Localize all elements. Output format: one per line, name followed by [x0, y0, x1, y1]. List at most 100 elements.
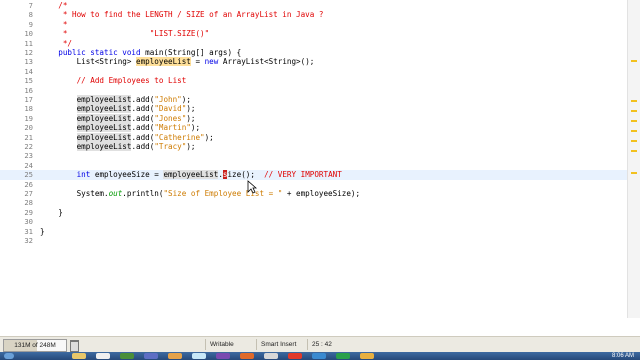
code-line[interactable]: 10 * "LIST.SIZE()" — [0, 29, 628, 38]
code-line[interactable]: 26 — [0, 180, 628, 189]
code-text: employeeList.add("Martin"); — [40, 123, 200, 133]
code-token: * How to find the LENGTH / SIZE of an Ar… — [40, 10, 324, 20]
code-line[interactable]: 19 employeeList.add("Jones"); — [0, 113, 628, 123]
code-text: employeeList.add("Tracy"); — [40, 142, 195, 151]
code-token: employeeList — [76, 95, 132, 104]
taskbar-app-icon[interactable] — [312, 353, 326, 359]
heap-status-text: 131M of 248M — [14, 342, 56, 349]
taskbar-clock[interactable]: 8:06 AM — [612, 352, 634, 360]
code-line[interactable]: 8 * How to find the LENGTH / SIZE of an … — [0, 10, 628, 19]
line-number: 28 — [24, 198, 33, 208]
line-number: 13 — [24, 57, 33, 67]
line-number: 20 — [24, 123, 33, 133]
line-number: 19 — [24, 113, 33, 123]
code-token: "Size of Employee List = " — [163, 189, 283, 198]
line-number: 9 — [28, 19, 33, 29]
code-token: List<String> — [40, 57, 137, 67]
taskbar-app-icon[interactable] — [360, 353, 374, 359]
code-token: * "LIST.SIZE()" — [40, 29, 210, 39]
code-line[interactable]: 30 — [0, 217, 628, 226]
line-number: 8 — [28, 10, 33, 20]
line-number: 22 — [24, 142, 33, 151]
code-token: int — [40, 170, 95, 180]
code-line[interactable]: 7 /* — [0, 1, 628, 10]
insert-mode-status: Smart Insert — [256, 339, 305, 350]
code-line[interactable]: 32 — [0, 236, 628, 245]
taskbar-app-icon[interactable] — [96, 353, 110, 359]
taskbar-app-icon[interactable] — [240, 353, 254, 359]
start-button-icon[interactable] — [4, 353, 14, 359]
code-token: out — [108, 189, 123, 198]
taskbar-app-icon[interactable] — [72, 353, 86, 359]
taskbar-app-icon[interactable] — [120, 353, 134, 359]
code-text: employeeList.add("Catherine"); — [40, 132, 214, 142]
code-token: = — [190, 57, 205, 67]
code-token: main(String[] args) { — [145, 48, 242, 57]
taskbar-app-icon[interactable] — [168, 353, 182, 359]
line-number: 26 — [24, 179, 33, 189]
code-token: new — [204, 57, 223, 67]
code-token: .add( — [131, 95, 155, 104]
heap-status[interactable]: 131M of 248M — [3, 339, 67, 352]
code-token: "John" — [154, 95, 182, 104]
code-text: employeeList.add("Jones"); — [40, 113, 195, 123]
code-token: "Tracy" — [154, 142, 187, 151]
code-line[interactable]: 28 — [0, 198, 628, 207]
code-line[interactable]: 20 employeeList.add("Martin"); — [0, 123, 628, 133]
code-line[interactable]: 9 * — [0, 20, 628, 29]
writable-status: Writable — [205, 339, 252, 350]
taskbar-app-icon[interactable] — [336, 353, 350, 359]
code-line[interactable]: 24 — [0, 161, 628, 170]
overview-ruler[interactable] — [627, 0, 640, 318]
code-line[interactable]: 17 employeeList.add("John"); — [0, 95, 628, 104]
occurrence-marker[interactable] — [631, 110, 637, 112]
code-token: "Catherine" — [154, 132, 205, 142]
taskbar-app-icon[interactable] — [192, 353, 206, 359]
taskbar-app-icon[interactable] — [144, 353, 158, 359]
code-line[interactable]: 12 public static void main(String[] args… — [0, 48, 628, 57]
occurrence-marker[interactable] — [631, 120, 637, 122]
garbage-collect-icon[interactable] — [70, 340, 79, 352]
code-line[interactable]: 31} — [0, 227, 628, 236]
code-token: * — [40, 19, 68, 29]
occurrence-marker[interactable] — [631, 150, 637, 152]
line-number: 27 — [24, 189, 33, 198]
code-text: int employeeSize = employeeList.size(); … — [40, 170, 342, 180]
code-line[interactable]: 16 — [0, 86, 628, 95]
code-line[interactable]: 15 // Add Employees to List — [0, 76, 628, 85]
code-token: + employeeSize); — [282, 189, 361, 198]
code-line[interactable]: 27 System.out.println("Size of Employee … — [0, 189, 628, 198]
occurrence-marker[interactable] — [631, 100, 637, 102]
code-token: employeeList — [76, 132, 132, 142]
taskbar-app-icon[interactable] — [216, 353, 230, 359]
code-line[interactable]: 29 } — [0, 208, 628, 217]
line-number: 30 — [24, 217, 33, 227]
line-number: 17 — [24, 95, 33, 104]
code-editor[interactable]: 7 /* 8 * How to find the LENGTH / SIZE of… — [0, 0, 640, 318]
taskbar-app-icon[interactable] — [264, 353, 278, 359]
code-token: ); — [186, 142, 196, 151]
occurrence-marker[interactable] — [631, 130, 637, 132]
taskbar-app-icon[interactable] — [288, 353, 302, 359]
line-number: 14 — [24, 66, 33, 76]
code-line[interactable]: 18 employeeList.add("David"); — [0, 104, 628, 114]
occurrence-marker[interactable] — [631, 172, 637, 174]
code-line-current[interactable]: 25 int employeeSize = employeeList.size(… — [0, 170, 628, 180]
code-line[interactable]: 14 — [0, 67, 628, 76]
code-line[interactable]: 11 */ — [0, 39, 628, 48]
code-line[interactable]: 23 — [0, 151, 628, 160]
code-token: "David" — [154, 104, 187, 114]
code-line[interactable]: 22 employeeList.add("Tracy"); — [0, 142, 628, 151]
code-line[interactable]: 13 List<String> employeeList = new Array… — [0, 57, 628, 67]
occurrence-marker[interactable] — [631, 140, 637, 142]
code-line[interactable]: 21 employeeList.add("Catherine"); — [0, 132, 628, 142]
occurrence-marker[interactable] — [631, 60, 637, 62]
code-token: employeeList — [136, 57, 191, 67]
code-token: .add( — [131, 123, 155, 133]
code-token: public static void — [40, 48, 146, 57]
code-token: "Martin" — [154, 123, 191, 133]
